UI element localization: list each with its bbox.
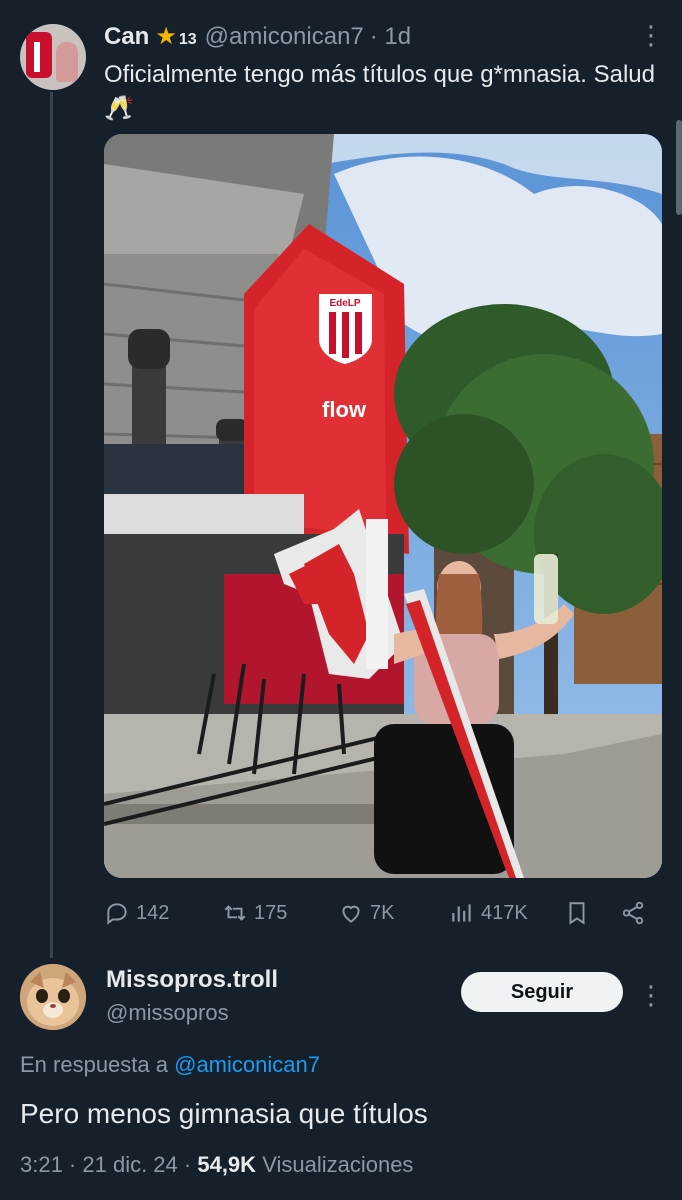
view-count: 417K [481, 901, 528, 924]
reply-count: 142 [136, 901, 170, 924]
reply-views-label: Visualizaciones [262, 1152, 414, 1177]
retweet-button[interactable]: 175 [222, 896, 287, 930]
thread-connector-line [50, 92, 53, 958]
photo-crest: EdeLP [319, 294, 372, 364]
reply-timestamp[interactable]: 3:21 · 21 dic. 24 · [20, 1152, 191, 1177]
reply-views-count: 54,9K [197, 1152, 257, 1177]
bookmark-button[interactable] [564, 896, 596, 930]
reply-author-avatar[interactable] [20, 964, 86, 1030]
in-reply-to-prefix: En respuesta a [20, 1052, 168, 1077]
photo-illustration: EdeLP flow [104, 134, 662, 878]
reply-author-name[interactable]: Missopros.troll [106, 966, 278, 994]
retweet-icon [224, 905, 246, 921]
author-handle[interactable]: @amiconican7 [205, 23, 364, 51]
in-reply-to-line: En respuesta a @amiconican7 [20, 1052, 320, 1078]
reply-icon [107, 903, 127, 925]
share-button[interactable] [620, 896, 652, 930]
author-name[interactable]: Can [104, 23, 149, 51]
reply-button[interactable]: 142 [104, 896, 169, 930]
more-options-icon[interactable]: ⋮ [638, 22, 664, 48]
cat-avatar-image [20, 964, 86, 1030]
in-reply-to-mention[interactable]: @amiconican7 [174, 1052, 320, 1077]
tweet-actions: 142 175 7K 417K [104, 896, 662, 930]
analytics-icon [452, 904, 471, 922]
tweet-header: Can ★ 13 @amiconican7 · 1d [104, 22, 411, 51]
svg-text:EdeLP: EdeLP [329, 298, 360, 309]
heart-icon [342, 905, 360, 923]
reply-author-handle[interactable]: @missopros [106, 1000, 229, 1026]
badge-count: 13 [178, 31, 197, 48]
star-icon: ★ [155, 23, 177, 50]
tweet-photo[interactable]: EdeLP flow [104, 134, 662, 878]
like-button[interactable]: 7K [338, 896, 394, 930]
avatar-person-shape [56, 42, 78, 82]
reply-meta: 3:21 · 21 dic. 24 · 54,9K Visualizacione… [20, 1152, 413, 1178]
retweet-count: 175 [254, 901, 288, 924]
bookmark-icon [569, 902, 585, 925]
scrollbar[interactable] [676, 120, 682, 215]
avatar-flag-stripe [34, 42, 40, 72]
reply-more-options-icon[interactable]: ⋮ [638, 980, 664, 1011]
photo-sign-text: flow [322, 397, 367, 422]
reply-text: Pero menos gimnasia que títulos [20, 1098, 428, 1129]
tweet-text: Oficialmente tengo más títulos que g*mna… [104, 61, 655, 122]
share-icon [622, 901, 644, 925]
follow-button[interactable]: Seguir [461, 972, 623, 1012]
tweet-time[interactable]: · 1d [370, 23, 411, 51]
views-button[interactable]: 417K [449, 896, 528, 930]
like-count: 7K [370, 901, 395, 924]
author-avatar[interactable] [20, 24, 86, 90]
